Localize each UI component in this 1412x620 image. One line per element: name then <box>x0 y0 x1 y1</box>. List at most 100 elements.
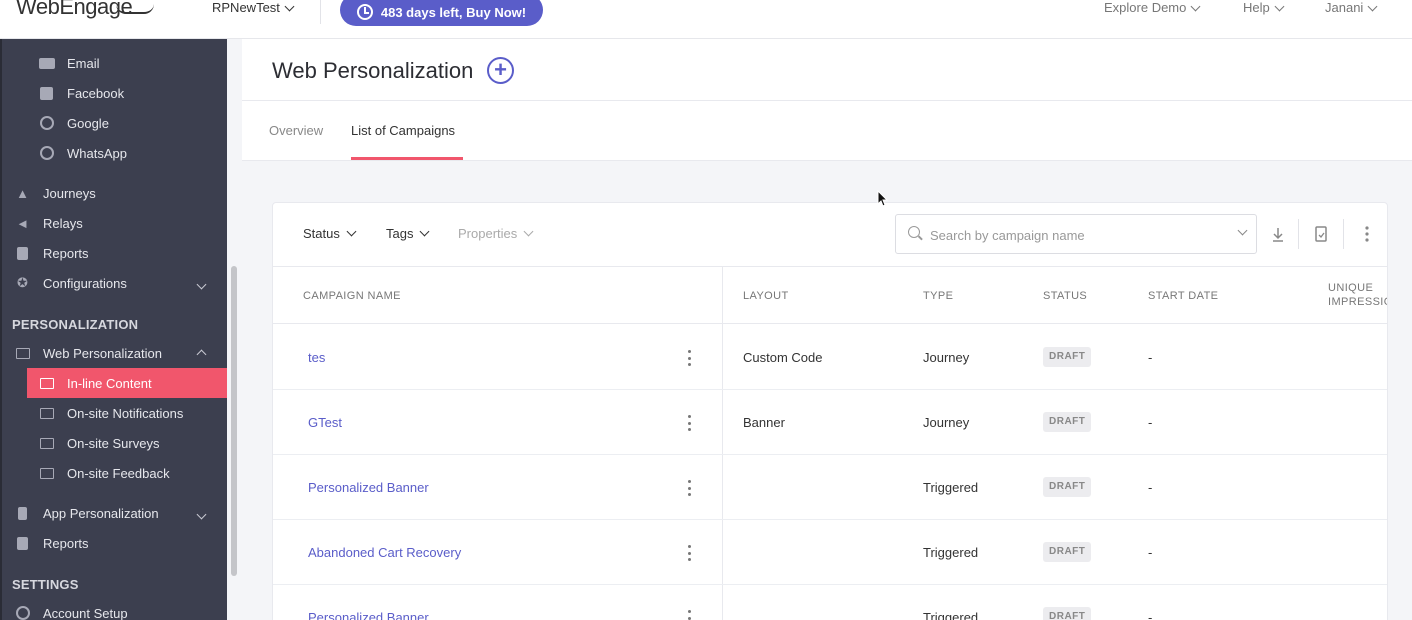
sidebar-item-journeys[interactable]: ▲ Journeys <box>14 178 227 208</box>
status-badge: DRAFT <box>1043 412 1092 432</box>
campaigns-card: Status Tags Properties CAMPAIGN NAME LAY… <box>272 202 1388 620</box>
start-date-cell: - <box>1148 415 1153 430</box>
chevron-down-icon <box>1190 1 1201 11</box>
download-icon[interactable] <box>1267 223 1289 245</box>
chevron-down-icon <box>284 1 295 11</box>
sidebar-item-facebook[interactable]: Facebook <box>38 78 227 108</box>
divider <box>1298 219 1299 249</box>
sidebar-item-web-personalization[interactable]: Web Personalization <box>14 338 227 368</box>
layout-cell: Custom Code <box>743 350 823 365</box>
table-row: Personalized Banner Triggered DRAFT - <box>273 455 1387 520</box>
tab-list-of-campaigns[interactable]: List of Campaigns <box>351 123 455 138</box>
report-icon <box>14 536 31 550</box>
sidebar-item-account-setup[interactable]: Account Setup <box>14 598 227 620</box>
add-campaign-button[interactable]: + <box>487 57 514 84</box>
header-layout[interactable]: LAYOUT <box>743 290 789 302</box>
user-menu[interactable]: Janani <box>1325 0 1378 16</box>
chevron-down-icon[interactable] <box>1237 225 1248 236</box>
divider <box>1343 219 1344 249</box>
status-filter[interactable]: Status <box>303 226 357 241</box>
sidebar-item-app-personalization[interactable]: App Personalization <box>14 498 227 528</box>
row-menu-icon[interactable] <box>688 610 692 620</box>
header-unique-impressions-line2[interactable]: IMPRESSIO <box>1328 296 1387 308</box>
table-row: GTest Banner Journey DRAFT - <box>273 390 1387 455</box>
tags-filter[interactable]: Tags <box>386 226 430 241</box>
tabs: Overview List of Campaigns <box>242 101 1412 161</box>
sidebar-item-inline-content[interactable]: In-line Content <box>27 368 227 398</box>
type-cell: Triggered <box>923 610 979 620</box>
sidebar-item-configurations[interactable]: ✪ Configurations <box>14 268 227 298</box>
type-cell: Triggered <box>923 480 979 495</box>
plug-icon: ✪ <box>17 275 28 290</box>
facebook-icon <box>38 86 55 100</box>
row-menu-icon[interactable] <box>688 480 692 496</box>
help-menu[interactable]: Help <box>1243 0 1285 16</box>
web-icon <box>14 346 31 360</box>
rocket-icon: ▲ <box>16 185 29 201</box>
buy-now-button[interactable]: 483 days left, Buy Now! <box>340 0 543 26</box>
campaign-name-link[interactable]: GTest <box>308 415 342 430</box>
page-header: Web Personalization + <box>242 39 1412 101</box>
table-row: Personalized Banner Triggered DRAFT - <box>273 585 1387 620</box>
table-row: Abandoned Cart Recovery Triggered DRAFT … <box>273 520 1387 585</box>
sidebar-item-email[interactable]: Email <box>38 48 227 78</box>
explore-demo-menu[interactable]: Explore Demo <box>1104 0 1201 16</box>
sidebar-item-onsite-surveys[interactable]: On-site Surveys <box>38 428 227 458</box>
whatsapp-icon <box>38 146 55 160</box>
filter-bar: Status Tags Properties <box>273 203 1387 267</box>
project-name: RPNewTest <box>212 0 280 15</box>
sidebar-item-google[interactable]: Google <box>38 108 227 138</box>
sidebar-item-relays[interactable]: ◄ Relays <box>14 208 227 238</box>
project-selector[interactable]: RPNewTest <box>212 0 295 16</box>
row-menu-icon[interactable] <box>688 415 692 431</box>
sidebar-item-reports[interactable]: Reports <box>14 238 227 268</box>
campaign-name-link[interactable]: Abandoned Cart Recovery <box>308 545 461 560</box>
sidebar-item-onsite-feedback[interactable]: On-site Feedback <box>38 458 227 488</box>
status-badge: DRAFT <box>1043 542 1092 562</box>
sidebar: Email Facebook Google WhatsApp ▲ Journey… <box>0 39 227 620</box>
chevron-down-icon <box>196 279 207 289</box>
webengage-logo[interactable]: WebEngage <box>16 0 154 20</box>
row-menu-icon[interactable] <box>688 545 692 561</box>
campaign-name-link[interactable]: tes <box>308 350 325 365</box>
status-badge: DRAFT <box>1043 477 1092 497</box>
header-type[interactable]: TYPE <box>923 290 953 302</box>
chevron-down-icon <box>1367 1 1378 11</box>
table-row: tes Custom Code Journey DRAFT - <box>273 325 1387 390</box>
sidebar-scrollbar[interactable] <box>231 266 237 576</box>
start-date-cell: - <box>1148 480 1153 495</box>
header-unique-impressions-line1[interactable]: UNIQUE <box>1328 282 1373 294</box>
campaign-name-link[interactable]: Personalized Banner <box>308 610 429 620</box>
mobile-icon <box>14 506 31 520</box>
header-start-date[interactable]: START DATE <box>1148 290 1218 302</box>
campaign-name-link[interactable]: Personalized Banner <box>308 480 429 495</box>
header-status[interactable]: STATUS <box>1043 290 1087 302</box>
page-title: Web Personalization <box>272 58 474 83</box>
campaign-search <box>895 214 1257 254</box>
table-header: CAMPAIGN NAME LAYOUT TYPE STATUS START D… <box>273 267 1387 324</box>
properties-filter[interactable]: Properties <box>458 226 534 241</box>
tab-overview[interactable]: Overview <box>269 123 323 138</box>
header-campaign-name[interactable]: CAMPAIGN NAME <box>303 290 401 302</box>
sidebar-item-whatsapp[interactable]: WhatsApp <box>38 138 227 168</box>
notification-icon <box>38 406 55 420</box>
report-download-icon[interactable] <box>1310 223 1332 245</box>
start-date-cell: - <box>1148 610 1153 620</box>
status-badge: DRAFT <box>1043 347 1092 367</box>
type-cell: Triggered <box>923 545 979 560</box>
email-icon <box>38 56 55 70</box>
clock-icon <box>356 4 373 20</box>
google-icon <box>38 116 55 130</box>
more-options-icon[interactable] <box>1356 223 1378 245</box>
settings-heading: SETTINGS <box>12 577 79 592</box>
top-bar: WebEngage RPNewTest 483 days left, Buy N… <box>0 0 1412 39</box>
settings-icon <box>14 606 31 620</box>
chevron-down-icon <box>1274 1 1285 11</box>
type-cell: Journey <box>923 350 970 365</box>
sidebar-item-onsite-notifications[interactable]: On-site Notifications <box>38 398 227 428</box>
mouse-cursor-icon <box>877 190 889 207</box>
chevron-up-icon <box>196 349 207 359</box>
row-menu-icon[interactable] <box>688 350 692 366</box>
sidebar-item-reports-personalization[interactable]: Reports <box>14 528 227 558</box>
search-input[interactable] <box>930 225 1230 245</box>
